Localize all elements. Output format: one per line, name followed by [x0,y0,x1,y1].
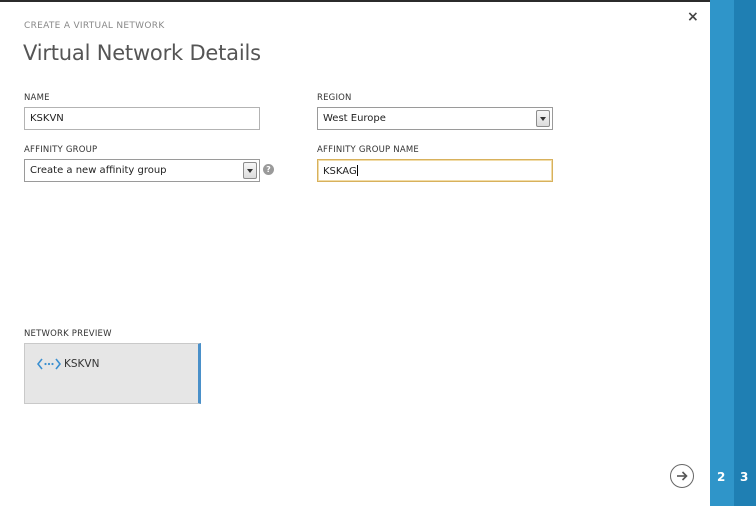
name-input[interactable]: KSKVN [24,107,260,130]
affinity-group-name-label: AFFINITY GROUP NAME [317,145,419,155]
network-preview-label: NETWORK PREVIEW [24,329,112,339]
chevron-down-icon[interactable] [243,162,257,179]
affinity-group-select[interactable]: Create a new affinity group [24,159,260,182]
create-virtual-network-dialog: × CREATE A VIRTUAL NETWORK Virtual Netwo… [0,0,710,506]
close-button[interactable]: × [687,9,699,25]
virtual-network-icon [37,358,61,370]
wizard-step-2-number: 2 [717,470,726,484]
affinity-group-label: AFFINITY GROUP [24,145,98,155]
top-border [0,0,710,2]
text-caret [356,165,358,176]
name-label: NAME [24,93,50,103]
chevron-down-icon[interactable] [536,110,550,127]
affinity-group-name-value: KSKAG [323,166,357,177]
next-button[interactable] [670,464,694,488]
wizard-step-rail: 2 3 [710,0,756,506]
dialog-kicker: CREATE A VIRTUAL NETWORK [24,21,165,31]
region-label: REGION [317,93,352,103]
affinity-group-select-value: Create a new affinity group [30,165,167,176]
page-title: Virtual Network Details [23,41,261,65]
region-select-value: West Europe [323,113,386,124]
network-preview-name: KSKVN [64,358,100,370]
help-icon[interactable]: ? [263,164,274,175]
wizard-step-3-number: 3 [740,470,749,484]
wizard-step-2[interactable]: 2 [710,0,734,506]
wizard-step-3[interactable]: 3 [734,0,756,506]
arrow-right-icon [677,471,688,481]
name-input-value: KSKVN [30,113,64,124]
affinity-group-name-input[interactable]: KSKAG [317,159,553,182]
region-select[interactable]: West Europe [317,107,553,130]
network-preview-tile: KSKVN [24,343,201,404]
